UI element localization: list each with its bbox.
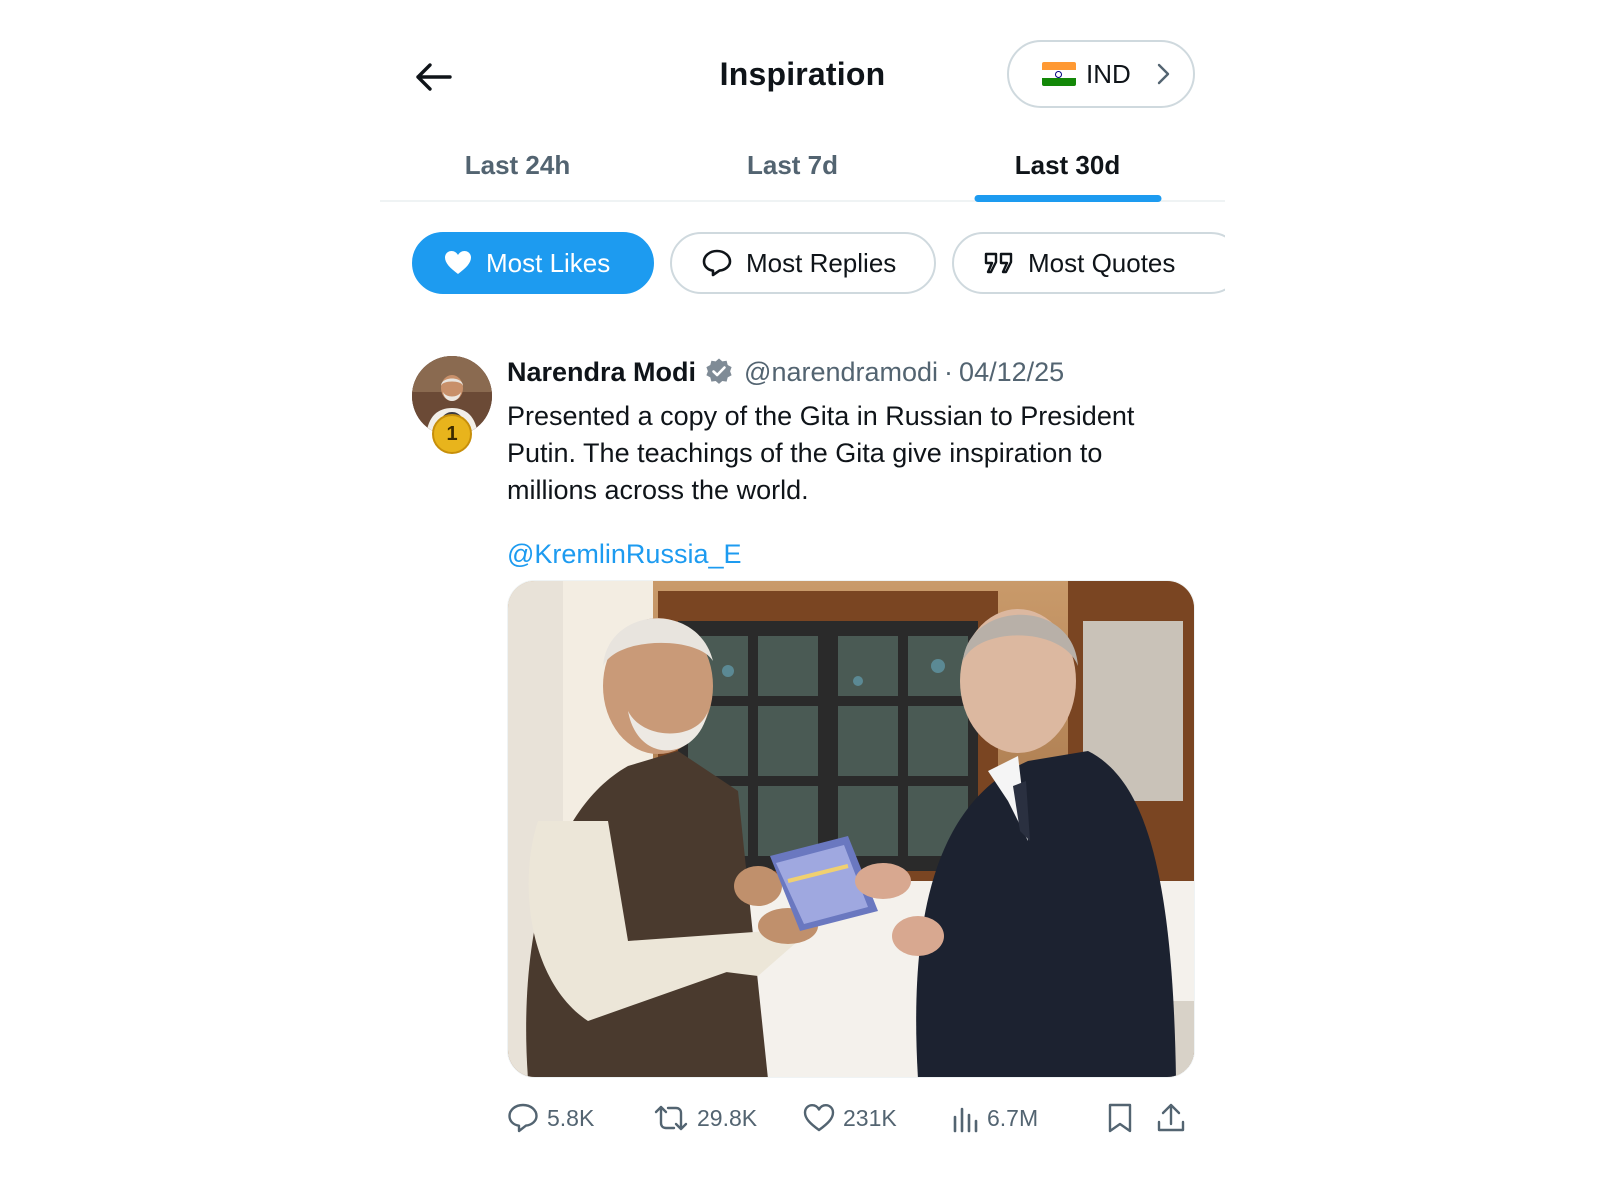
views-button[interactable]: 6.7M <box>951 1096 1038 1140</box>
post-content: Narendra Modi @narendramodi · 04/12/25 P… <box>507 352 1197 573</box>
post-meta: Narendra Modi @narendramodi · 04/12/25 <box>507 352 1197 392</box>
reply-icon <box>702 249 732 277</box>
views-count: 6.7M <box>987 1104 1039 1131</box>
author-avatar-link[interactable]: 1 <box>412 356 492 454</box>
post-date[interactable]: 04/12/25 <box>959 357 1064 388</box>
reply-button[interactable]: 5.8K <box>507 1096 594 1140</box>
verified-badge-icon <box>704 357 734 387</box>
chevron-right-icon <box>1157 63 1169 85</box>
mention-link[interactable]: @KremlinRussia_E <box>507 536 1197 573</box>
tab-last-7d[interactable]: Last 7d <box>655 130 930 200</box>
tab-last-30d[interactable]: Last 30d <box>930 130 1205 202</box>
tab-label: Last 30d <box>1014 149 1121 180</box>
india-flag-icon <box>1042 62 1076 86</box>
sort-filter-chips: Most Likes Most Replies Most Quotes <box>412 232 1225 294</box>
reply-count: 5.8K <box>547 1104 595 1131</box>
filter-most-quotes-button[interactable]: Most Quotes <box>952 232 1225 294</box>
heart-icon <box>803 1104 835 1132</box>
active-tab-indicator <box>974 195 1161 202</box>
repost-icon <box>654 1105 688 1131</box>
post-photo[interactable] <box>507 580 1195 1078</box>
filter-most-likes-button[interactable]: Most Likes <box>412 232 654 294</box>
repost-button[interactable]: 29.8K <box>653 1096 757 1140</box>
reply-icon <box>508 1103 538 1133</box>
country-label: IND <box>1086 58 1131 89</box>
quote-icon <box>984 251 1014 275</box>
arrow-left-icon <box>416 63 452 91</box>
time-range-tabs: Last 24h Last 7d Last 30d <box>380 130 1225 202</box>
views-chart-icon <box>953 1107 978 1133</box>
heart-icon <box>444 250 472 276</box>
rank-badge: 1 <box>432 414 472 454</box>
country-selector-button[interactable]: IND <box>1007 40 1195 108</box>
like-button[interactable]: 231K <box>803 1096 897 1140</box>
filter-label: Most Likes <box>486 247 611 278</box>
tab-label: Last 24h <box>464 149 571 180</box>
author-handle[interactable]: @narendramodi <box>744 357 938 388</box>
bookmark-button[interactable] <box>1107 1096 1133 1140</box>
back-button[interactable] <box>408 52 458 102</box>
author-name[interactable]: Narendra Modi <box>507 357 696 388</box>
filter-most-replies-button[interactable]: Most Replies <box>670 232 936 294</box>
tab-last-24h[interactable]: Last 24h <box>380 130 655 200</box>
share-button[interactable] <box>1155 1096 1187 1140</box>
post-action-bar: 5.8K 29.8K 231K 6.7M <box>507 1096 1197 1140</box>
share-icon <box>1157 1103 1185 1132</box>
bookmark-icon <box>1108 1103 1132 1133</box>
like-count: 231K <box>843 1104 897 1131</box>
repost-count: 29.8K <box>697 1104 758 1131</box>
filter-label: Most Quotes <box>1028 247 1176 278</box>
post-text: Presented a copy of the Gita in Russian … <box>507 401 1135 505</box>
app-frame: Inspiration IND Last 24h Last 7d Last 30… <box>380 0 1225 1200</box>
tab-label: Last 7d <box>746 149 839 180</box>
filter-label: Most Replies <box>746 247 897 278</box>
meta-separator: · <box>944 356 954 387</box>
